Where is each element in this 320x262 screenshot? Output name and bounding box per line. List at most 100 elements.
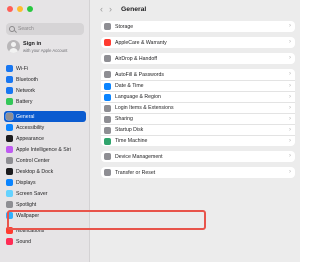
sidebar-item-label: Wallpaper — [16, 212, 40, 219]
settings-row-label: Language & Region — [115, 94, 161, 100]
sidebar-item-sound[interactable]: Sound — [4, 236, 86, 247]
accessibility-icon — [6, 124, 13, 131]
settings-row-device-management[interactable]: Device Management › — [101, 151, 295, 162]
chevron-right-icon: › — [289, 23, 291, 29]
sidebar-item-desktop-and-dock[interactable]: Desktop & Dock — [4, 166, 86, 177]
settings-row-label: AppleCare & Warranty — [115, 39, 167, 46]
network-icon — [6, 87, 13, 94]
toolbar: ‹ › General — [91, 0, 300, 19]
chevron-right-icon: › — [289, 71, 291, 77]
sidebar-item-bluetooth[interactable]: Bluetooth — [4, 74, 86, 85]
wifi-icon — [6, 65, 13, 72]
sidebar-group: General Accessibility Appearance Apple Inte… — [4, 111, 86, 221]
gear-icon — [6, 113, 13, 120]
chevron-right-icon: › — [289, 169, 291, 175]
globe-icon — [104, 93, 111, 101]
settings-row-label: Sharing — [115, 116, 133, 122]
sidebar-item-screen-saver[interactable]: Screen Saver — [4, 188, 86, 199]
chevron-right-icon: › — [289, 105, 291, 111]
sidebar-item-displays[interactable]: Displays — [4, 177, 86, 188]
settings-window: Sign in with your Apple Account Wi-Fi Blu… — [0, 0, 300, 262]
zoom-window-button[interactable] — [27, 6, 33, 12]
sidebar-item-label: Network — [16, 87, 36, 94]
sidebar-item-label: Notifications — [16, 227, 45, 234]
settings-row-sharing[interactable]: Sharing › — [101, 113, 295, 124]
notifications-icon — [6, 227, 13, 234]
sidebar-item-battery[interactable]: Battery — [4, 96, 86, 107]
settings-row-login-items-and-extensions[interactable]: Login Items & Extensions › — [101, 102, 295, 113]
displays-icon — [6, 179, 13, 186]
settings-row-airdrop-and-handoff[interactable]: AirDrop & Handoff › — [101, 53, 295, 64]
settings-row-label: Login Items & Extensions — [115, 105, 174, 111]
control-center-icon — [6, 157, 13, 164]
settings-row-storage[interactable]: Storage › — [101, 21, 295, 32]
sidebar-item-general[interactable]: General — [4, 111, 86, 122]
settings-row-transfer-or-reset[interactable]: Transfer or Reset › — [101, 167, 295, 178]
applecare-icon — [104, 39, 111, 46]
time-machine-icon — [104, 137, 111, 145]
chevron-right-icon: › — [289, 127, 291, 133]
account-subtitle: with your Apple Account — [23, 47, 68, 53]
minimize-window-button[interactable] — [17, 6, 23, 12]
sidebar-item-control-center[interactable]: Control Center — [4, 155, 86, 166]
sidebar-item-label: General — [16, 113, 35, 120]
settings-group: Transfer or Reset › — [101, 167, 295, 178]
search-icon — [9, 26, 15, 32]
sidebar-item-label: Screen Saver — [16, 190, 48, 197]
transfer-icon — [104, 169, 111, 176]
dock-icon — [6, 168, 13, 175]
chevron-right-icon[interactable]: › — [109, 5, 112, 14]
sidebar-group: Wi-Fi Bluetooth Network Battery — [4, 63, 86, 107]
airdrop-icon — [104, 55, 111, 62]
sidebar-item-label: Wi-Fi — [16, 65, 29, 72]
sidebar-list: Wi-Fi Bluetooth Network Battery General Acces… — [4, 63, 86, 251]
chevron-right-icon: › — [289, 39, 291, 45]
settings-row-language-and-region[interactable]: Language & Region › — [101, 91, 295, 102]
sharing-icon — [104, 115, 111, 123]
sidebar-item-spotlight[interactable]: Spotlight — [4, 199, 86, 210]
chevron-right-icon: › — [289, 83, 291, 89]
search-field[interactable] — [6, 23, 84, 35]
account-title: Sign in — [23, 40, 42, 47]
chevron-right-icon: › — [289, 153, 291, 159]
autofill-icon — [104, 71, 111, 78]
device-management-icon — [104, 153, 111, 160]
settings-row-startup-disk[interactable]: Startup Disk › — [101, 124, 295, 135]
chevron-right-icon: › — [289, 55, 291, 61]
settings-row-time-machine[interactable]: Time Machine › — [101, 135, 295, 146]
sidebar-item-network[interactable]: Network — [4, 85, 86, 96]
storage-icon — [104, 23, 111, 30]
search-input[interactable] — [18, 26, 78, 32]
sidebar-item-label: Control Center — [16, 157, 50, 164]
chevron-right-icon: › — [289, 138, 291, 144]
sidebar-item-label: Sound — [16, 238, 32, 245]
sidebar-group: Notifications Sound — [4, 225, 86, 247]
sidebar-item-apple-intelligence-and-siri[interactable]: Apple Intelligence & Siri — [4, 144, 86, 155]
sidebar-item-label: Bluetooth — [16, 76, 38, 83]
settings-row-label: Startup Disk — [115, 127, 144, 133]
login-items-icon — [104, 104, 111, 112]
settings-row-applecare-and-warranty[interactable]: AppleCare & Warranty › — [101, 37, 295, 48]
settings-row-label: Storage — [115, 23, 134, 30]
page-title: General — [121, 6, 147, 13]
chevron-right-icon: › — [289, 94, 291, 100]
bluetooth-icon — [6, 76, 13, 83]
sidebar-item-appearance[interactable]: Appearance — [4, 133, 86, 144]
settings-row-label: Transfer or Reset — [115, 169, 156, 176]
settings-row-label: Date & Time — [115, 83, 144, 89]
window-controls — [7, 6, 33, 12]
settings-row-label: AutoFill & Passwords — [115, 71, 165, 78]
account-sign-in[interactable]: Sign in with your Apple Account — [7, 40, 67, 53]
siri-icon — [6, 146, 13, 153]
sound-icon — [6, 238, 13, 245]
settings-row-date-and-time[interactable]: Date & Time › — [101, 80, 295, 91]
settings-row-label: Device Management — [115, 153, 163, 160]
settings-row-autofill-and-passwords[interactable]: AutoFill & Passwords › — [101, 69, 295, 80]
sidebar-item-notifications[interactable]: Notifications — [4, 225, 86, 236]
sidebar-item-wi-fi[interactable]: Wi-Fi — [4, 63, 86, 74]
sidebar-item-accessibility[interactable]: Accessibility — [4, 122, 86, 133]
chevron-left-icon[interactable]: ‹ — [100, 5, 103, 14]
sidebar-item-wallpaper[interactable]: Wallpaper — [4, 210, 86, 221]
close-window-button[interactable] — [7, 6, 13, 12]
spotlight-icon — [6, 201, 13, 208]
